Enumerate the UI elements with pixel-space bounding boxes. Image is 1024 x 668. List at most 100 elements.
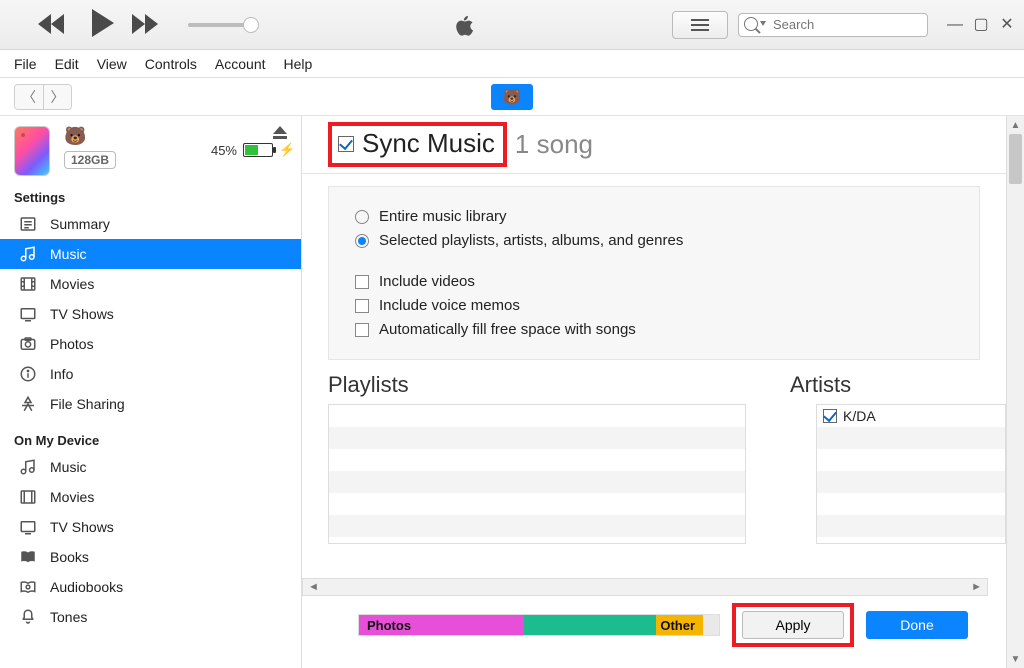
window-maximize-button[interactable]: ▢ (972, 18, 990, 32)
menu-help[interactable]: Help (284, 56, 313, 72)
storage-segment-other: Other (656, 615, 703, 635)
scroll-up-icon[interactable]: ▲ (1007, 116, 1024, 134)
sidebar-item-label: Music (50, 459, 87, 475)
sync-options-panel: Entire music library Selected playlists,… (328, 186, 980, 360)
sidebar-item-label: Summary (50, 216, 110, 232)
device-selector-button[interactable]: 🐻 (491, 84, 533, 110)
settings-navlist: Summary Music Movies TV Shows Photos Inf… (0, 209, 301, 419)
playlists-listbox[interactable] (328, 404, 746, 544)
movies-icon (18, 487, 38, 507)
sidebar-item-photos[interactable]: Photos (0, 329, 301, 359)
volume-slider[interactable] (188, 23, 253, 27)
apple-logo-icon (450, 10, 476, 40)
sidebar-item-tvshows[interactable]: TV Shows (0, 299, 301, 329)
scroll-left-icon[interactable]: ◄ (303, 581, 324, 593)
highlight-box-apply: Apply (732, 603, 854, 647)
ondevice-item-tvshows[interactable]: TV Shows (0, 512, 301, 542)
location-bar: 〈 〉 🐻 (0, 78, 1024, 116)
eject-button[interactable] (273, 126, 287, 134)
nav-back-button[interactable]: 〈 (15, 85, 43, 109)
ondevice-item-movies[interactable]: Movies (0, 482, 301, 512)
apply-button[interactable]: Apply (742, 611, 844, 639)
tv-screen-icon (18, 517, 38, 537)
music-note-icon (18, 457, 38, 477)
window-close-button[interactable]: ✕ (998, 18, 1016, 32)
menu-controls[interactable]: Controls (145, 56, 197, 72)
device-capacity-badge: 128GB (64, 151, 116, 169)
apps-icon (18, 394, 38, 414)
sidebar-item-movies[interactable]: Movies (0, 269, 301, 299)
player-toolbar: — ▢ ✕ (0, 0, 1024, 50)
ondevice-item-audiobooks[interactable]: Audiobooks (0, 572, 301, 602)
sync-music-title: Sync Music (362, 128, 495, 159)
section-label-settings: Settings (0, 186, 301, 209)
sidebar-item-info[interactable]: Info (0, 359, 301, 389)
artist-checkbox[interactable] (823, 409, 837, 423)
radio-label: Entire music library (379, 208, 507, 225)
menu-edit[interactable]: Edit (55, 56, 79, 72)
artists-listbox[interactable]: K/DA (816, 404, 1006, 544)
window-minimize-button[interactable]: — (946, 18, 964, 32)
sidebar-item-filesharing[interactable]: File Sharing (0, 389, 301, 419)
sidebar-item-label: File Sharing (50, 396, 125, 412)
charging-icon: ⚡ (279, 142, 287, 158)
photos-icon (18, 334, 38, 354)
scroll-down-icon[interactable]: ▼ (1007, 650, 1024, 668)
menu-account[interactable]: Account (215, 56, 266, 72)
sidebar-item-label: Info (50, 366, 73, 382)
radio-entire-library[interactable] (355, 210, 369, 224)
tones-icon (18, 607, 38, 627)
battery-percent: 45% (211, 143, 237, 158)
on-device-navlist: Music Movies TV Shows Books Audiobooks T… (0, 452, 301, 632)
nav-forward-button[interactable]: 〉 (43, 85, 71, 109)
device-header: 🐻 128GB 45% ⚡ (0, 116, 301, 186)
checkbox-include-memos[interactable] (355, 299, 369, 313)
books-icon (18, 547, 38, 567)
checkbox-label: Include voice memos (379, 297, 520, 314)
storage-segment-apps (524, 615, 656, 635)
ondevice-item-tones[interactable]: Tones (0, 602, 301, 632)
battery-icon (243, 143, 273, 157)
sidebar-item-label: Audiobooks (50, 579, 123, 595)
sidebar-item-music[interactable]: Music (0, 239, 301, 269)
sync-music-checkbox[interactable] (338, 136, 354, 152)
radio-selected-items[interactable] (355, 234, 369, 248)
sidebar-item-summary[interactable]: Summary (0, 209, 301, 239)
play-button[interactable] (92, 9, 114, 40)
search-input[interactable] (738, 13, 928, 37)
done-button[interactable]: Done (866, 611, 968, 639)
movies-icon (18, 274, 38, 294)
horizontal-scrollbar[interactable]: ◄► (302, 578, 988, 596)
chevron-down-icon (760, 21, 766, 26)
view-toggle-button[interactable] (672, 11, 728, 39)
sidebar-item-label: Music (50, 246, 87, 262)
scrollbar-thumb[interactable] (1009, 134, 1022, 184)
sidebar-item-label: Movies (50, 276, 94, 292)
menu-file[interactable]: File (14, 56, 37, 72)
storage-segment-free (703, 615, 719, 635)
sidebar: 🐻 128GB 45% ⚡ Settings Summary Music Mov… (0, 116, 302, 668)
sidebar-item-label: Books (50, 549, 89, 565)
sidebar-item-label: Tones (50, 609, 87, 625)
ondevice-item-music[interactable]: Music (0, 452, 301, 482)
artist-row[interactable]: K/DA (817, 405, 1005, 427)
previous-button[interactable] (38, 14, 78, 36)
checkbox-autofill[interactable] (355, 323, 369, 337)
vertical-scrollbar[interactable]: ▲ ▼ (1006, 116, 1024, 668)
highlight-box-sync: Sync Music (328, 122, 507, 167)
checkbox-include-videos[interactable] (355, 275, 369, 289)
search-icon (744, 17, 758, 31)
tv-icon (18, 304, 38, 324)
sidebar-item-label: TV Shows (50, 306, 114, 322)
ondevice-item-books[interactable]: Books (0, 542, 301, 572)
storage-segment-photos: Photos (359, 615, 524, 635)
sidebar-item-label: Movies (50, 489, 94, 505)
audiobooks-icon (18, 577, 38, 597)
section-label-on-device: On My Device (0, 429, 301, 452)
menu-view[interactable]: View (97, 56, 127, 72)
next-button[interactable] (128, 14, 168, 36)
footer-bar: Photos Other Apply Done (302, 598, 988, 652)
menu-bar: File Edit View Controls Account Help (0, 50, 1024, 78)
scroll-right-icon[interactable]: ► (966, 581, 987, 593)
sidebar-item-label: Photos (50, 336, 94, 352)
